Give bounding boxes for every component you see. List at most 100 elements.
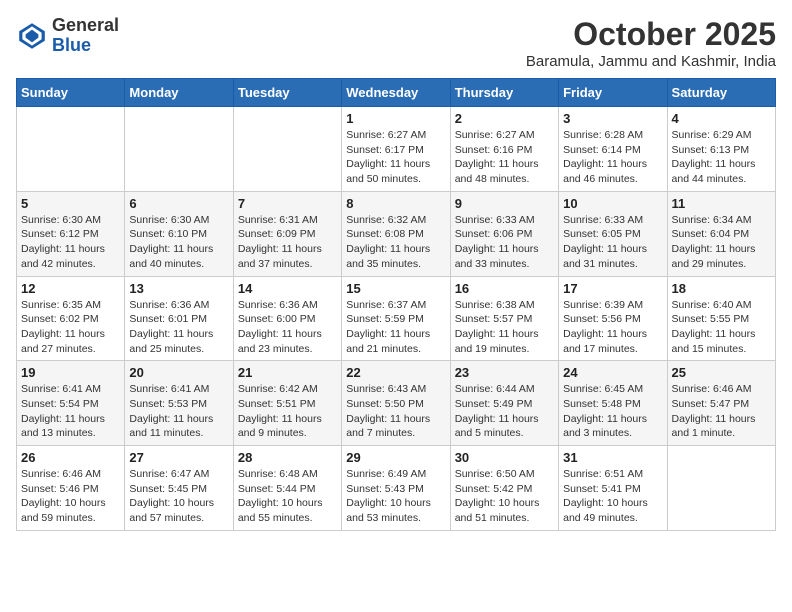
day-number: 11 [672,196,771,211]
day-info: Sunrise: 6:44 AM Sunset: 5:49 PM Dayligh… [455,382,554,441]
calendar-cell: 6 Sunrise: 6:30 AM Sunset: 6:10 PM Daylig… [125,191,233,276]
calendar-cell [125,107,233,192]
calendar-cell: 2 Sunrise: 6:27 AM Sunset: 6:16 PM Daylig… [450,107,558,192]
calendar-cell: 8 Sunrise: 6:32 AM Sunset: 6:08 PM Daylig… [342,191,450,276]
day-info: Sunrise: 6:46 AM Sunset: 5:47 PM Dayligh… [672,382,771,441]
calendar-table: SundayMondayTuesdayWednesdayThursdayFrid… [16,78,776,531]
calendar-cell: 16 Sunrise: 6:38 AM Sunset: 5:57 PM Dayli… [450,276,558,361]
day-number: 8 [346,196,445,211]
day-number: 10 [563,196,662,211]
calendar-cell: 29 Sunrise: 6:49 AM Sunset: 5:43 PM Dayli… [342,446,450,531]
day-info: Sunrise: 6:46 AM Sunset: 5:46 PM Dayligh… [21,467,120,526]
calendar-cell: 10 Sunrise: 6:33 AM Sunset: 6:05 PM Dayli… [559,191,667,276]
day-info: Sunrise: 6:38 AM Sunset: 5:57 PM Dayligh… [455,298,554,357]
day-number: 13 [129,281,228,296]
day-number: 2 [455,111,554,126]
day-number: 28 [238,450,337,465]
day-number: 9 [455,196,554,211]
calendar-cell: 14 Sunrise: 6:36 AM Sunset: 6:00 PM Dayli… [233,276,341,361]
day-info: Sunrise: 6:45 AM Sunset: 5:48 PM Dayligh… [563,382,662,441]
day-number: 1 [346,111,445,126]
day-info: Sunrise: 6:42 AM Sunset: 5:51 PM Dayligh… [238,382,337,441]
day-info: Sunrise: 6:49 AM Sunset: 5:43 PM Dayligh… [346,467,445,526]
title-block: October 2025 Baramula, Jammu and Kashmir… [526,16,776,70]
day-number: 3 [563,111,662,126]
calendar-week-row: 26Sunrise: 6:46 AM Sunset: 5:46 PM Dayli… [17,446,776,531]
day-info: Sunrise: 6:41 AM Sunset: 5:53 PM Dayligh… [129,382,228,441]
month-title: October 2025 [526,16,776,53]
day-info: Sunrise: 6:29 AM Sunset: 6:13 PM Dayligh… [672,128,771,187]
weekday-header: Sunday [17,79,125,107]
day-info: Sunrise: 6:28 AM Sunset: 6:14 PM Dayligh… [563,128,662,187]
page-header: General Blue October 2025 Baramula, Jamm… [16,16,776,70]
logo-text: General Blue [52,16,119,56]
day-info: Sunrise: 6:43 AM Sunset: 5:50 PM Dayligh… [346,382,445,441]
calendar-cell: 30Sunrise: 6:50 AM Sunset: 5:42 PM Dayli… [450,446,558,531]
calendar-cell: 9 Sunrise: 6:33 AM Sunset: 6:06 PM Daylig… [450,191,558,276]
calendar-cell: 12 Sunrise: 6:35 AM Sunset: 6:02 PM Dayli… [17,276,125,361]
day-info: Sunrise: 6:32 AM Sunset: 6:08 PM Dayligh… [346,213,445,272]
day-info: Sunrise: 6:39 AM Sunset: 5:56 PM Dayligh… [563,298,662,357]
calendar-cell: 7Sunrise: 6:31 AM Sunset: 6:09 PM Daylig… [233,191,341,276]
calendar-cell: 31 Sunrise: 6:51 AM Sunset: 5:41 PM Dayli… [559,446,667,531]
calendar-cell: 18 Sunrise: 6:40 AM Sunset: 5:55 PM Dayli… [667,276,775,361]
day-info: Sunrise: 6:48 AM Sunset: 5:44 PM Dayligh… [238,467,337,526]
day-number: 24 [563,365,662,380]
logo-icon [16,20,48,52]
calendar-cell [233,107,341,192]
day-number: 14 [238,281,337,296]
day-info: Sunrise: 6:27 AM Sunset: 6:16 PM Dayligh… [455,128,554,187]
weekday-header: Friday [559,79,667,107]
day-info: Sunrise: 6:36 AM Sunset: 6:01 PM Dayligh… [129,298,228,357]
day-number: 31 [563,450,662,465]
calendar-week-row: 1 Sunrise: 6:27 AM Sunset: 6:17 PM Daylig… [17,107,776,192]
day-info: Sunrise: 6:37 AM Sunset: 5:59 PM Dayligh… [346,298,445,357]
day-number: 25 [672,365,771,380]
calendar-cell: 11 Sunrise: 6:34 AM Sunset: 6:04 PM Dayli… [667,191,775,276]
day-info: Sunrise: 6:47 AM Sunset: 5:45 PM Dayligh… [129,467,228,526]
calendar-cell [667,446,775,531]
day-number: 16 [455,281,554,296]
day-number: 27 [129,450,228,465]
calendar-week-row: 19Sunrise: 6:41 AM Sunset: 5:54 PM Dayli… [17,361,776,446]
logo: General Blue [16,16,119,56]
day-info: Sunrise: 6:34 AM Sunset: 6:04 PM Dayligh… [672,213,771,272]
day-number: 29 [346,450,445,465]
day-number: 21 [238,365,337,380]
day-number: 20 [129,365,228,380]
day-number: 12 [21,281,120,296]
day-info: Sunrise: 6:51 AM Sunset: 5:41 PM Dayligh… [563,467,662,526]
calendar-cell: 1 Sunrise: 6:27 AM Sunset: 6:17 PM Daylig… [342,107,450,192]
calendar-cell: 21 Sunrise: 6:42 AM Sunset: 5:51 PM Dayli… [233,361,341,446]
day-number: 17 [563,281,662,296]
calendar-cell: 28 Sunrise: 6:48 AM Sunset: 5:44 PM Dayli… [233,446,341,531]
day-info: Sunrise: 6:33 AM Sunset: 6:06 PM Dayligh… [455,213,554,272]
day-info: Sunrise: 6:30 AM Sunset: 6:10 PM Dayligh… [129,213,228,272]
calendar-cell: 25 Sunrise: 6:46 AM Sunset: 5:47 PM Dayli… [667,361,775,446]
calendar-week-row: 12 Sunrise: 6:35 AM Sunset: 6:02 PM Dayli… [17,276,776,361]
weekday-header: Wednesday [342,79,450,107]
day-info: Sunrise: 6:40 AM Sunset: 5:55 PM Dayligh… [672,298,771,357]
calendar-cell: 27 Sunrise: 6:47 AM Sunset: 5:45 PM Dayli… [125,446,233,531]
calendar-cell: 17 Sunrise: 6:39 AM Sunset: 5:56 PM Dayli… [559,276,667,361]
day-info: Sunrise: 6:31 AM Sunset: 6:09 PM Dayligh… [238,213,337,272]
calendar-cell: 23 Sunrise: 6:44 AM Sunset: 5:49 PM Dayli… [450,361,558,446]
calendar-cell: 5Sunrise: 6:30 AM Sunset: 6:12 PM Daylig… [17,191,125,276]
day-number: 15 [346,281,445,296]
calendar-cell: 19Sunrise: 6:41 AM Sunset: 5:54 PM Dayli… [17,361,125,446]
calendar-cell: 15 Sunrise: 6:37 AM Sunset: 5:59 PM Dayli… [342,276,450,361]
weekday-header: Thursday [450,79,558,107]
day-info: Sunrise: 6:35 AM Sunset: 6:02 PM Dayligh… [21,298,120,357]
day-number: 6 [129,196,228,211]
day-number: 22 [346,365,445,380]
weekday-header: Monday [125,79,233,107]
day-info: Sunrise: 6:36 AM Sunset: 6:00 PM Dayligh… [238,298,337,357]
calendar-cell: 24 Sunrise: 6:45 AM Sunset: 5:48 PM Dayli… [559,361,667,446]
day-info: Sunrise: 6:30 AM Sunset: 6:12 PM Dayligh… [21,213,120,272]
day-number: 23 [455,365,554,380]
calendar-cell: 3 Sunrise: 6:28 AM Sunset: 6:14 PM Daylig… [559,107,667,192]
day-number: 18 [672,281,771,296]
calendar-cell: 26Sunrise: 6:46 AM Sunset: 5:46 PM Dayli… [17,446,125,531]
day-info: Sunrise: 6:27 AM Sunset: 6:17 PM Dayligh… [346,128,445,187]
day-info: Sunrise: 6:33 AM Sunset: 6:05 PM Dayligh… [563,213,662,272]
